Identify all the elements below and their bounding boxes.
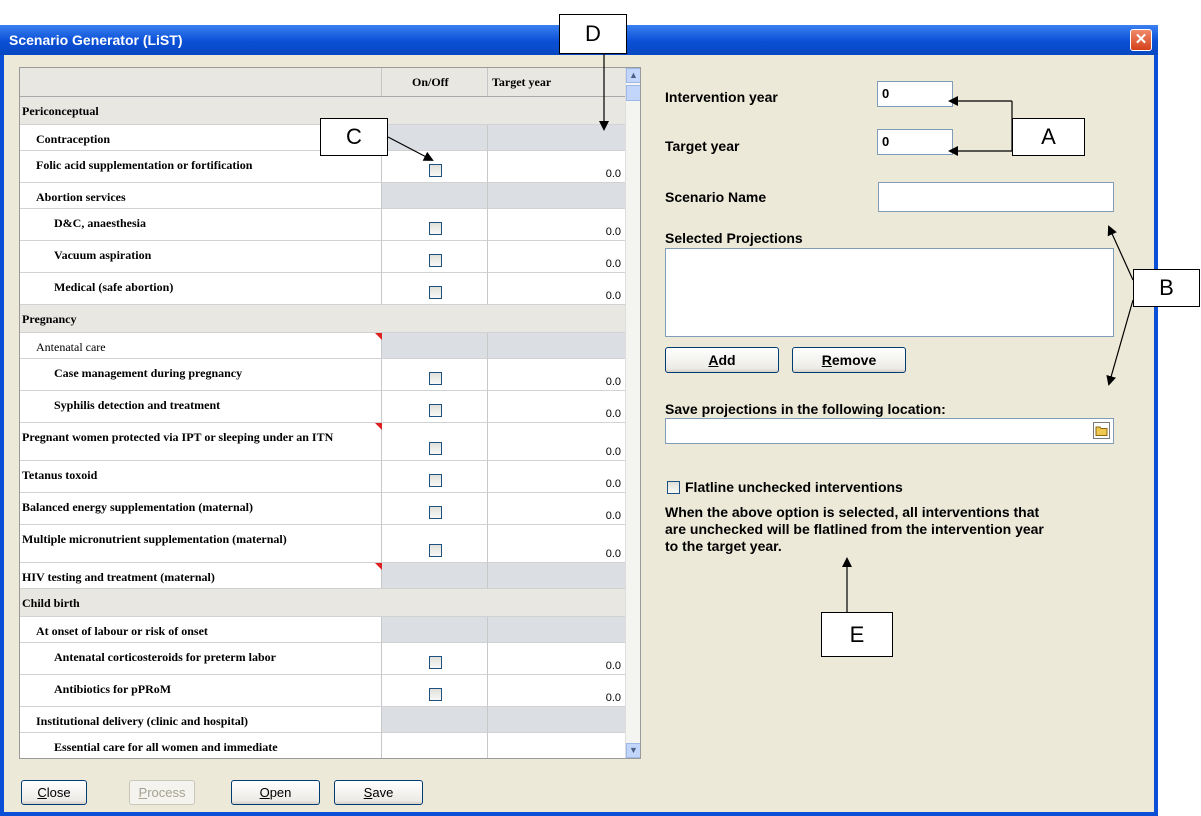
- callout-arrows: [387, 54, 1134, 612]
